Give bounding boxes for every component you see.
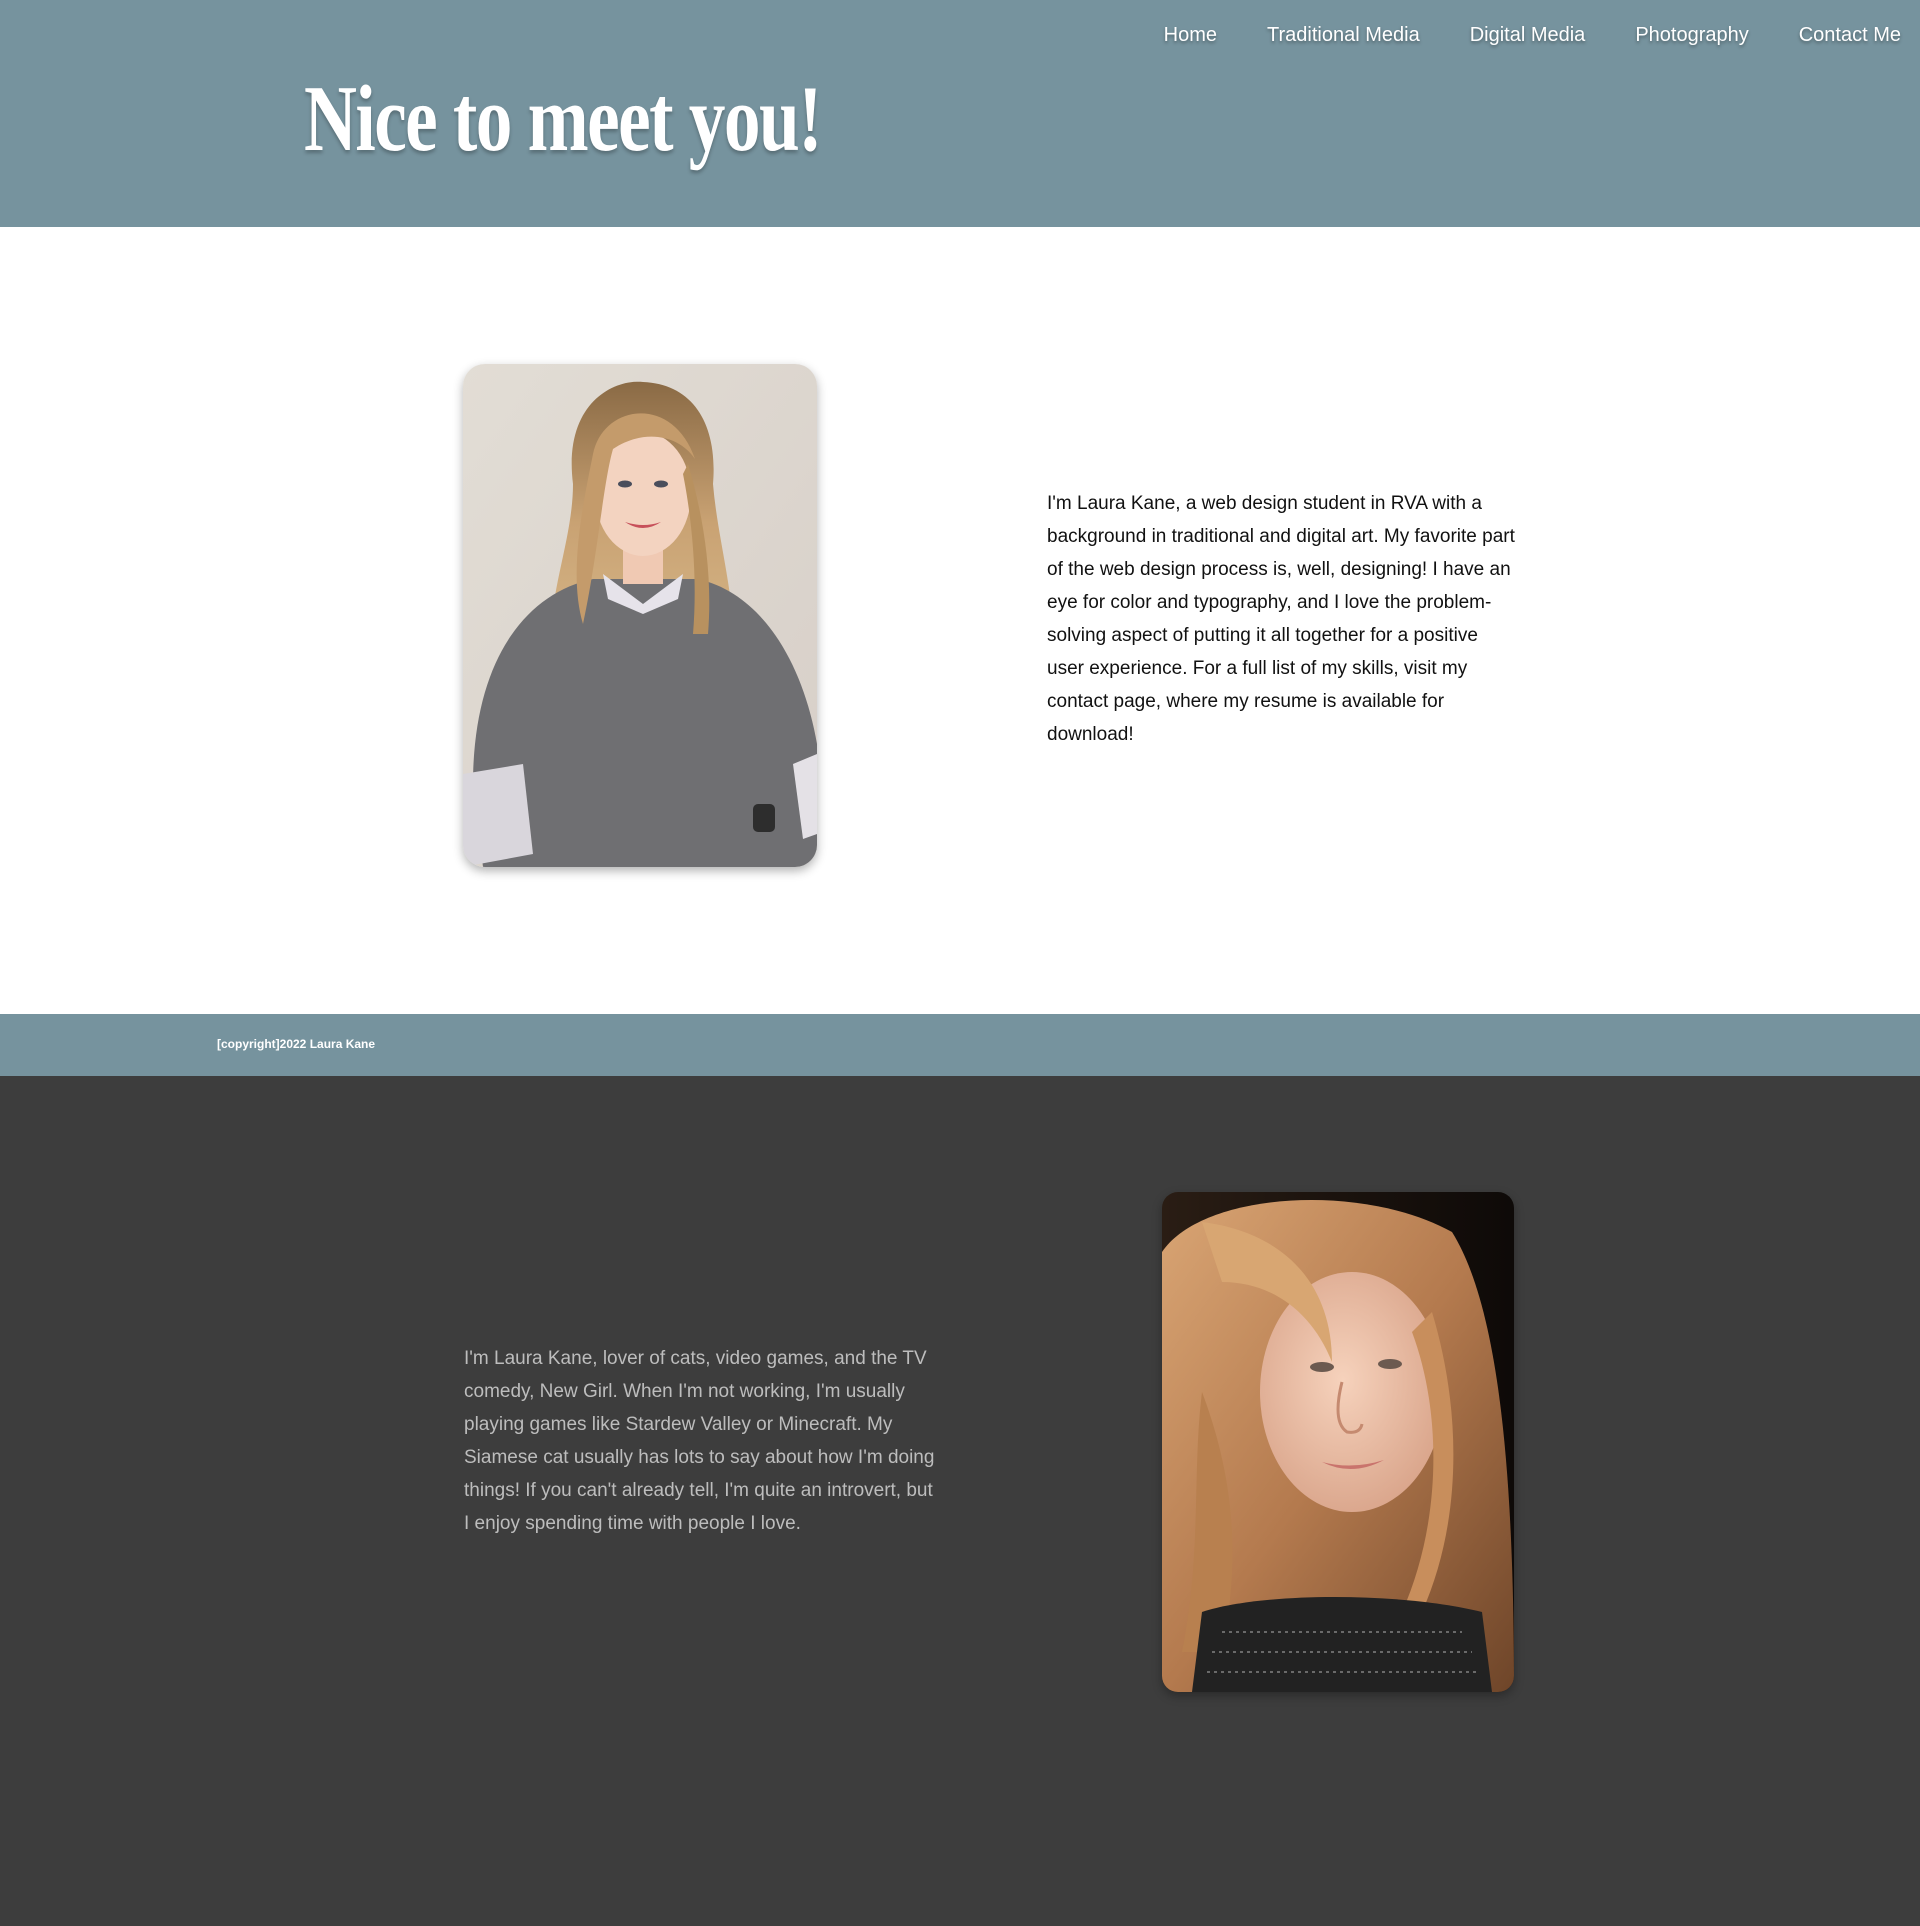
about-professional-section: I'm Laura Kane, a web design student in …	[0, 227, 1920, 1014]
nav-home-link[interactable]: Home	[1164, 24, 1217, 47]
professional-bio-text: I'm Laura Kane, a web design student in …	[1047, 493, 1515, 745]
nav-photography-link[interactable]: Photography	[1635, 24, 1748, 47]
nav-contact-me-link[interactable]: Contact Me	[1799, 24, 1901, 47]
site-footer: [copyright]2022 Laura Kane	[0, 1014, 1920, 1076]
nav-traditional-media-link[interactable]: Traditional Media	[1267, 24, 1420, 47]
personal-selfie-photo	[1162, 1192, 1514, 1692]
site-header: Home Traditional Media Digital Media Pho…	[0, 0, 1920, 227]
about-personal-section: I'm Laura Kane, lover of cats, video gam…	[0, 1076, 1920, 1926]
personal-bio-text: I'm Laura Kane, lover of cats, video gam…	[464, 1348, 935, 1534]
main-nav: Home Traditional Media Digital Media Pho…	[1164, 24, 1901, 47]
copyright-text: [copyright]2022 Laura Kane	[217, 1037, 376, 1051]
professional-portrait-photo	[463, 364, 817, 867]
nav-digital-media-link[interactable]: Digital Media	[1470, 24, 1586, 47]
page-title: Nice to meet you!	[304, 67, 823, 171]
